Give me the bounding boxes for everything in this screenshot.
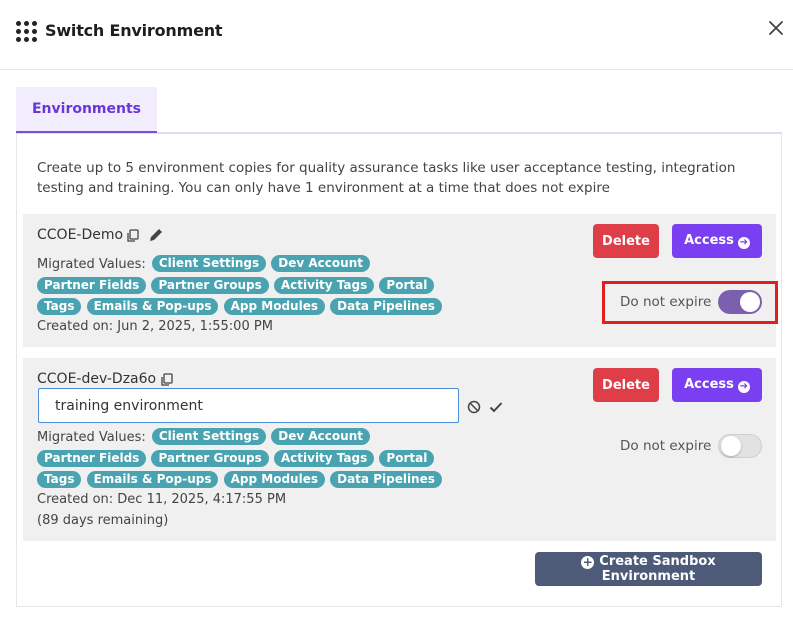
tag-data-pipelines: Data Pipelines <box>330 471 442 488</box>
tag-portal: Portal <box>379 449 435 467</box>
tag-emails-popups: Emails & Pop-ups <box>86 471 219 488</box>
migrated-label: Migrated Values: <box>37 430 146 445</box>
tag-dev-account: Dev Account <box>271 428 370 445</box>
highlight-box <box>602 281 778 324</box>
tag-data-pipelines: Data Pipelines <box>330 298 442 315</box>
environment-card: CCOE-dev-Dza6o Migrated Values: Client S… <box>23 358 776 541</box>
days-remaining: (89 days remaining) <box>37 513 169 528</box>
tag-dev-account: Dev Account <box>271 255 370 272</box>
copy-icon[interactable] <box>160 373 174 387</box>
tag-app-modules: App Modules <box>223 471 325 488</box>
tag-activity-tags: Activity Tags <box>273 276 375 294</box>
migrated-label: Migrated Values: <box>37 257 146 272</box>
create-sandbox-button[interactable]: + Create Sandbox Environment <box>535 552 762 586</box>
dialog-header: Switch Environment <box>0 0 793 70</box>
access-label: Access <box>684 377 734 392</box>
access-label: Access <box>684 233 734 248</box>
tag-tags: Tags <box>37 471 82 488</box>
plus-circle-icon: + <box>581 555 595 569</box>
environment-name: CCOE-dev-Dza6o <box>37 371 157 387</box>
migrated-values: Migrated Values: Client Settings Dev Acc… <box>37 254 467 319</box>
close-icon[interactable] <box>766 18 786 38</box>
check-icon[interactable] <box>489 400 503 414</box>
environment-description-input[interactable] <box>38 388 459 423</box>
create-sandbox-label: Create Sandbox Environment <box>599 554 716 584</box>
tag-app-modules: App Modules <box>223 298 325 315</box>
tab-environments[interactable]: Environments <box>16 87 157 133</box>
created-date: Created on: Jun 2, 2025, 1:55:00 PM <box>37 319 273 334</box>
tag-partner-groups: Partner Groups <box>151 449 269 467</box>
arrow-right-icon: ➔ <box>737 237 750 249</box>
copy-icon[interactable] <box>126 229 140 243</box>
tab-bar: Environments <box>16 87 782 134</box>
tag-partner-groups: Partner Groups <box>151 276 269 294</box>
do-not-expire-label: Do not expire <box>620 438 712 454</box>
tag-portal: Portal <box>379 276 435 294</box>
tag-partner-fields: Partner Fields <box>37 449 147 467</box>
created-date: Created on: Dec 11, 2025, 4:17:55 PM <box>37 492 287 507</box>
environments-panel: Create up to 5 environment copies for qu… <box>16 134 782 607</box>
tag-activity-tags: Activity Tags <box>273 449 375 467</box>
arrow-right-icon: ➔ <box>737 381 750 393</box>
access-button[interactable]: Access ➔ <box>672 368 762 402</box>
access-button[interactable]: Access ➔ <box>672 224 762 258</box>
delete-button[interactable]: Delete <box>593 368 659 402</box>
delete-button[interactable]: Delete <box>593 224 659 258</box>
cancel-icon[interactable] <box>467 400 481 414</box>
dialog-title: Switch Environment <box>45 21 223 40</box>
grid-icon <box>16 21 37 42</box>
tag-partner-fields: Partner Fields <box>37 276 147 294</box>
tag-emails-popups: Emails & Pop-ups <box>86 298 219 315</box>
panel-description: Create up to 5 environment copies for qu… <box>37 160 736 196</box>
tag-tags: Tags <box>37 298 82 315</box>
edit-icon[interactable] <box>148 227 164 243</box>
tag-client-settings: Client Settings <box>151 255 267 272</box>
tag-client-settings: Client Settings <box>151 428 267 445</box>
environment-name: CCOE-Demo <box>37 227 124 243</box>
migrated-values: Migrated Values: Client Settings Dev Acc… <box>37 427 467 492</box>
do-not-expire-toggle[interactable] <box>718 434 762 458</box>
